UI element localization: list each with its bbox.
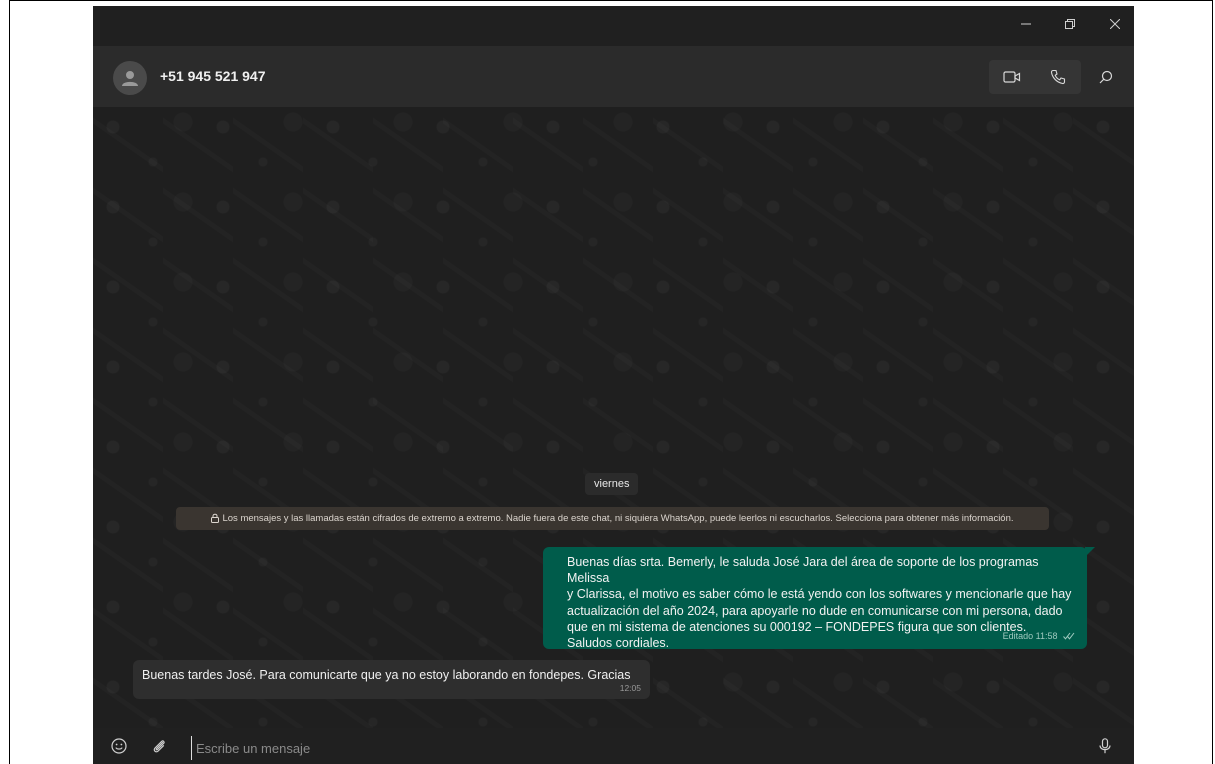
voice-call-button[interactable] (1035, 60, 1081, 94)
screenshot-frame-left (9, 0, 10, 764)
bubble-tail (1085, 547, 1095, 557)
microphone-icon (1099, 738, 1111, 754)
emoji-button[interactable] (107, 734, 131, 758)
voice-message-button[interactable] (1093, 734, 1117, 758)
message-line: Saludos cordiales. (567, 636, 670, 651)
emoji-icon (111, 738, 127, 754)
message-meta: Editado 11:58 (1003, 628, 1075, 644)
attach-button[interactable] (147, 734, 171, 758)
search-icon (1099, 70, 1113, 84)
voice-call-icon (1050, 69, 1066, 85)
message-time: 12:05 (619, 683, 641, 693)
call-buttons-group (989, 60, 1081, 94)
outgoing-message[interactable]: Buenas días srta. Bemerly, le saluda Jos… (543, 547, 1095, 651)
avatar[interactable] (113, 61, 147, 95)
message-line: y Clarissa, el motivo es saber cómo le e… (567, 587, 1072, 602)
chat-header: +51 945 521 947 (93, 46, 1134, 107)
message-line: actualización del año 2024, para apoyarl… (567, 603, 1063, 618)
restore-button[interactable] (1051, 6, 1089, 42)
screenshot-frame-right (1212, 0, 1213, 764)
message-line: Buenas días srta. Bemerly, le saluda Jos… (567, 555, 1039, 586)
search-button[interactable] (1089, 60, 1123, 94)
message-time: Editado 11:58 (1002, 630, 1058, 641)
close-icon (1110, 19, 1120, 29)
close-button[interactable] (1096, 6, 1134, 42)
minimize-button[interactable] (1007, 6, 1045, 42)
incoming-message[interactable]: Buenas tardes José. Para comunicarte que… (133, 660, 650, 699)
message-input[interactable] (191, 736, 1078, 760)
encryption-notice[interactable]: Los mensajes y las llamadas están cifrad… (176, 507, 1049, 530)
title-bar (93, 6, 1134, 46)
encryption-notice-text: Los mensajes y las llamadas están cifrad… (222, 513, 1014, 524)
video-call-icon (1003, 71, 1021, 83)
chat-messages-area[interactable]: viernes Los mensajes y las llamadas está… (93, 107, 1134, 728)
lock-icon (211, 514, 220, 524)
attach-icon (153, 740, 165, 753)
restore-icon (1065, 19, 1075, 29)
minimize-icon (1021, 23, 1031, 25)
avatar-icon (122, 71, 138, 86)
date-separator: viernes (585, 473, 639, 495)
message-composer (93, 728, 1134, 764)
message-line: que en mi sistema de atenciones su 00019… (567, 619, 1027, 634)
double-check-icon (1063, 633, 1075, 641)
video-call-button[interactable] (989, 60, 1035, 94)
contact-name[interactable]: +51 945 521 947 (160, 68, 266, 84)
screenshot-frame-top (9, 0, 1213, 1)
message-text: Buenas tardes José. Para comunicarte que… (142, 668, 631, 682)
whatsapp-window: +51 945 521 947 viernes Los mensajes y l… (93, 6, 1134, 764)
